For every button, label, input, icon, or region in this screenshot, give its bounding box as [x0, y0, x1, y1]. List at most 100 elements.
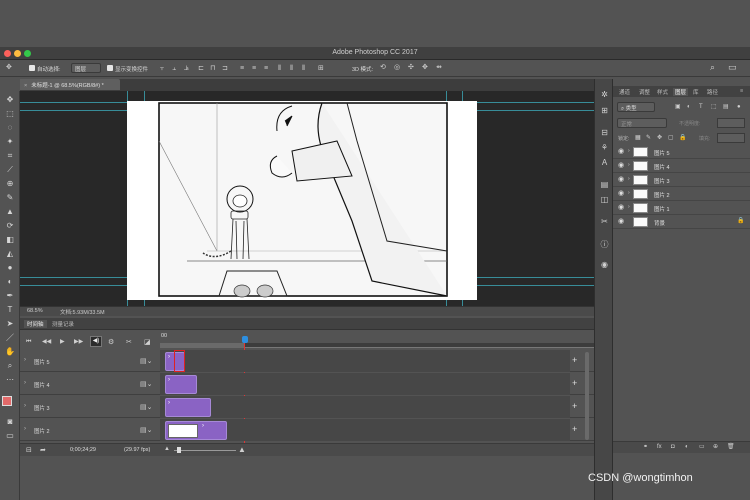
- adjust-icon[interactable]: ⊞: [599, 105, 610, 116]
- filter-shape-icon[interactable]: ⬚: [711, 104, 717, 110]
- tab-channels[interactable]: 通道: [619, 88, 630, 96]
- visibility-eye-icon[interactable]: ◉: [618, 218, 626, 226]
- work-area-bar[interactable]: [160, 343, 244, 348]
- eraser-tool-icon[interactable]: ◧: [4, 234, 16, 246]
- properties-icon[interactable]: ⊟: [599, 127, 610, 138]
- transition-icon[interactable]: ◪: [144, 339, 151, 346]
- layer-row[interactable]: ◉ › 图片 4: [613, 159, 750, 173]
- filter-type-icon[interactable]: T: [699, 104, 703, 110]
- more-tools-icon[interactable]: ⋯: [4, 374, 16, 386]
- zoom-level[interactable]: 68.5%: [27, 308, 43, 314]
- add-media-icon[interactable]: +: [572, 401, 577, 411]
- align-left-icon[interactable]: ⊏: [198, 65, 204, 72]
- move-tool-icon[interactable]: ✥: [6, 64, 12, 71]
- visibility-eye-icon[interactable]: ◉: [618, 176, 626, 184]
- new-layer-icon[interactable]: ⊕: [713, 444, 718, 450]
- artboard[interactable]: [127, 101, 477, 300]
- link-layers-icon[interactable]: ⚭: [643, 444, 648, 450]
- split-clip-icon[interactable]: ✂: [126, 339, 132, 346]
- blur-tool-icon[interactable]: ●: [4, 262, 16, 274]
- info-icon[interactable]: ⓘ: [599, 239, 610, 250]
- tab-styles[interactable]: 样式: [657, 88, 668, 96]
- character-icon[interactable]: A: [599, 157, 610, 168]
- zoom-slider[interactable]: [174, 450, 236, 451]
- layer-row[interactable]: ◉ › 图片 3: [613, 173, 750, 187]
- timeline-layer-row[interactable]: › 图片 4 ▤⌄ › +: [20, 373, 594, 395]
- layer-style-icon[interactable]: fx: [657, 444, 662, 450]
- auto-select-dropdown[interactable]: 图层: [71, 63, 101, 73]
- eyedropper-icon[interactable]: ⟋: [4, 164, 16, 176]
- new-group-icon[interactable]: ▭: [699, 444, 705, 450]
- paint-bucket-icon[interactable]: ◭: [4, 248, 16, 260]
- timeline-layer-row[interactable]: › 图片 2 ▤⌄ › +: [20, 419, 594, 441]
- layer-mask-icon[interactable]: ◘: [671, 444, 675, 450]
- add-media-icon[interactable]: +: [572, 424, 577, 434]
- expand-caret-icon[interactable]: ›: [24, 426, 26, 432]
- tab-measurement-log[interactable]: 测量记录: [52, 320, 74, 328]
- layer-row[interactable]: ◉ › 图片 2: [613, 187, 750, 201]
- auto-align-icon[interactable]: ⊞: [318, 65, 324, 72]
- hand-tool-icon[interactable]: ✋: [4, 346, 16, 358]
- timeline-track[interactable]: ›: [160, 350, 570, 372]
- zoom-slider-thumb[interactable]: [177, 447, 181, 453]
- film-strip-icon[interactable]: ▤⌄: [140, 380, 152, 388]
- layer-row[interactable]: ◉ 背景 🔒: [613, 215, 750, 229]
- visibility-eye-icon[interactable]: ◉: [618, 148, 626, 156]
- film-strip-icon[interactable]: ▤⌄: [140, 426, 152, 434]
- dodge-tool-icon[interactable]: ◐: [4, 276, 16, 288]
- close-tab-icon[interactable]: ×: [24, 83, 27, 89]
- film-strip-icon[interactable]: ▤⌄: [140, 403, 152, 411]
- auto-select-checkbox[interactable]: [29, 65, 35, 71]
- canvas-area[interactable]: [20, 91, 594, 306]
- expand-caret-icon[interactable]: ›: [24, 380, 26, 386]
- filter-smart-icon[interactable]: ▤: [723, 104, 729, 110]
- glyphs-icon[interactable]: ◫: [599, 194, 610, 205]
- tab-libraries[interactable]: 库: [693, 88, 699, 96]
- align-right-icon[interactable]: ⊐: [222, 65, 228, 72]
- healing-brush-icon[interactable]: ⊕: [4, 178, 16, 190]
- shape-tool-icon[interactable]: ／: [4, 332, 16, 344]
- visibility-eye-icon[interactable]: ◉: [618, 190, 626, 198]
- settings-gear-icon[interactable]: ⚙: [108, 339, 114, 346]
- tab-paths[interactable]: 路径: [707, 88, 718, 96]
- type-tool-icon[interactable]: T: [4, 304, 16, 316]
- go-to-first-frame-icon[interactable]: ⏮: [26, 339, 31, 345]
- swatches-icon[interactable]: ◉: [599, 259, 610, 270]
- playhead[interactable]: [242, 336, 248, 343]
- previous-frame-icon[interactable]: ◀◀: [42, 339, 51, 345]
- distribute-icon[interactable]: ⦀: [278, 65, 281, 72]
- tools-presets-icon[interactable]: ✂: [599, 216, 610, 227]
- filter-adjust-icon[interactable]: ◐: [687, 104, 691, 110]
- lasso-tool-icon[interactable]: ◌: [4, 122, 16, 134]
- align-bottom-icon[interactable]: ⫡: [184, 65, 189, 72]
- lock-image-icon[interactable]: ✎: [646, 135, 651, 141]
- marquee-tool-icon[interactable]: ⬚: [4, 108, 16, 120]
- quick-mask-icon[interactable]: ◙: [4, 416, 16, 428]
- lock-position-icon[interactable]: ✥: [657, 135, 662, 141]
- blend-mode-dropdown[interactable]: 正常: [617, 118, 667, 128]
- history-brush-icon[interactable]: ⟳: [4, 220, 16, 232]
- add-media-icon[interactable]: +: [572, 355, 577, 365]
- crop-tool-icon[interactable]: ⌗: [4, 150, 16, 162]
- panel-menu-icon[interactable]: ≡: [740, 88, 743, 94]
- render-video-icon[interactable]: ➦: [40, 447, 46, 454]
- brush-tool-icon[interactable]: ✎: [4, 192, 16, 204]
- lock-pixels-icon[interactable]: ▦: [635, 135, 641, 141]
- show-transform-checkbox[interactable]: [107, 65, 113, 71]
- visibility-eye-icon[interactable]: ◉: [618, 204, 626, 212]
- orbit-3d-icon[interactable]: ⟲: [380, 64, 386, 71]
- convert-frames-icon[interactable]: ⊟: [26, 447, 32, 454]
- workspace-icon[interactable]: ▭: [728, 63, 737, 72]
- stamp-tool-icon[interactable]: ▲: [4, 206, 16, 218]
- distribute-icon[interactable]: ⦀: [290, 65, 293, 72]
- align-top-icon[interactable]: ⫟: [160, 65, 164, 72]
- slide-3d-icon[interactable]: ✥: [422, 64, 428, 71]
- filter-kind-dropdown[interactable]: ⌕ 类型: [617, 102, 655, 112]
- pen-tool-icon[interactable]: ✒: [4, 290, 16, 302]
- lock-artboard-icon[interactable]: ▢: [668, 135, 674, 141]
- timeline-layer-row[interactable]: › 图片 5 ▤⌄ › +: [20, 350, 594, 372]
- move-tool-icon[interactable]: ✥: [4, 94, 16, 106]
- visibility-eye-icon[interactable]: ◉: [618, 162, 626, 170]
- expand-caret-icon[interactable]: ›: [24, 403, 26, 409]
- adjustment-layer-icon[interactable]: ◐: [685, 444, 689, 450]
